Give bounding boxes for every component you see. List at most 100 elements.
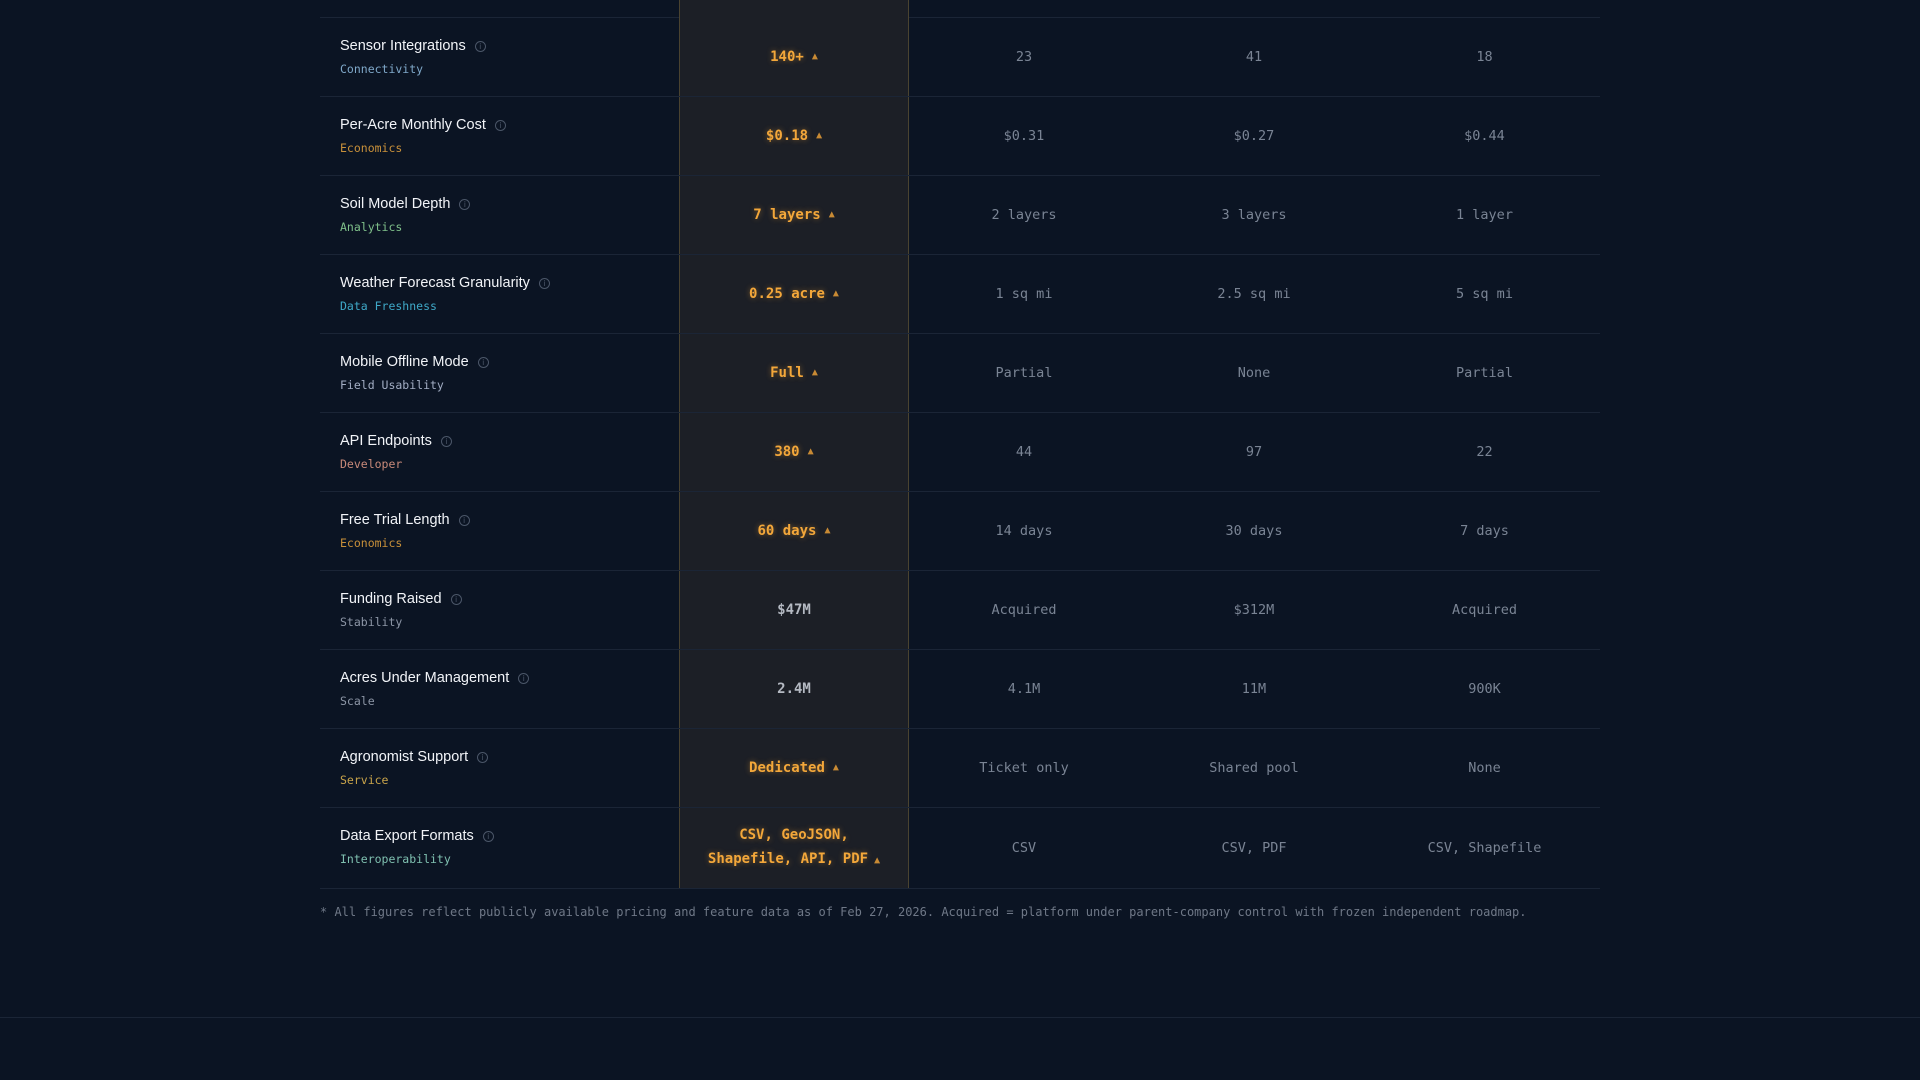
info-icon[interactable]: i xyxy=(482,830,494,842)
feature-cell: Data Export Formats i Interoperability xyxy=(320,808,679,888)
category-tag: Economics xyxy=(340,536,403,550)
competitor-2-value: 2.5 sq mi xyxy=(1217,286,1291,302)
competitor-2-value: 11M xyxy=(1241,681,1267,697)
category-tag: Interoperability xyxy=(340,852,451,866)
feature-name: Mobile Offline Mode xyxy=(340,354,469,370)
info-icon[interactable]: i xyxy=(458,514,470,526)
competitor-3-value: 22 xyxy=(1476,444,1493,460)
competitor-1-value: $0.31 xyxy=(1003,128,1045,144)
feature-cell: Per-Acre Monthly Cost i Economics xyxy=(320,97,679,175)
feature-name: Per-Acre Monthly Cost xyxy=(340,117,486,133)
competitor-2-value: 30 days xyxy=(1225,523,1283,539)
highlight-value: $47M xyxy=(777,602,811,618)
competitor-3-value: 18 xyxy=(1476,49,1493,65)
feature-line: Funding Raised i xyxy=(340,589,679,609)
advantage-up-icon: ▲ xyxy=(874,855,881,866)
feature-name: Soil Model Depth xyxy=(340,196,451,212)
highlight-value-cell: Full ▲ xyxy=(679,334,909,412)
table-body: Sensor Integrations i Connectivity 140+ ▲ 23 4… xyxy=(320,18,1600,889)
category-tag: Service xyxy=(340,773,389,787)
feature-cell: Funding Raised i Stability xyxy=(320,571,679,649)
advantage-up-icon: ▲ xyxy=(807,446,814,457)
competitor-1-value: Partial xyxy=(995,365,1053,381)
info-icon[interactable]: i xyxy=(538,277,550,289)
highlight-value: 7 layers xyxy=(753,207,821,223)
comparison-table: Sensor Integrations i Connectivity 140+ ▲ 23 4… xyxy=(320,0,1600,919)
table-row: Mobile Offline Mode i Field Usability Full ▲… xyxy=(320,334,1600,413)
highlight-value: CSV, GeoJSON, Shapefile, API, PDF xyxy=(707,827,869,867)
info-icon[interactable]: i xyxy=(440,435,452,447)
feature-name: API Endpoints xyxy=(340,433,432,449)
table-row: Soil Model Depth i Analytics 7 layers ▲ 2 lay… xyxy=(320,176,1600,255)
advantage-up-icon: ▲ xyxy=(832,762,839,773)
feature-name: Funding Raised xyxy=(340,591,442,607)
category-tag: Economics xyxy=(340,141,403,155)
advantage-up-icon: ▲ xyxy=(816,130,823,141)
competitor-1-value: 2 layers xyxy=(991,207,1057,223)
feature-line: API Endpoints i xyxy=(340,431,679,451)
category-tag: Connectivity xyxy=(340,62,424,76)
competitor-3-value: Partial xyxy=(1456,365,1513,381)
highlight-value-cell: $47M xyxy=(679,571,909,649)
highlight-value: 2.4M xyxy=(777,681,811,697)
feature-cell: Acres Under Management i Scale xyxy=(320,650,679,728)
table-row: Data Export Formats i Interoperability CSV,… xyxy=(320,808,1600,889)
competitor-2-value: Shared pool xyxy=(1209,760,1299,776)
highlight-value-cell: CSV, GeoJSON, Shapefile, API, PDF ▲ xyxy=(679,808,909,888)
competitor-3-value: None xyxy=(1468,760,1501,776)
info-icon[interactable]: i xyxy=(518,672,530,684)
category-tag: Field Usability xyxy=(340,378,444,392)
highlight-value: 380 xyxy=(774,444,800,460)
info-icon[interactable]: i xyxy=(459,198,471,210)
category-tag: Data Freshness xyxy=(340,299,437,313)
highlight-value: 140+ xyxy=(770,49,804,65)
feature-name: Acres Under Management xyxy=(340,670,510,686)
competitor-2-value: $312M xyxy=(1233,602,1275,618)
competitor-1-value: 4.1M xyxy=(1007,681,1041,697)
feature-line: Data Export Formats i xyxy=(340,826,679,846)
table-row: Agronomist Support i Service Dedicated ▲ Tick… xyxy=(320,729,1600,808)
advantage-up-icon: ▲ xyxy=(811,51,818,62)
feature-cell: Agronomist Support i Service xyxy=(320,729,679,807)
category-tag: Stability xyxy=(340,615,403,629)
competitor-2-value: 97 xyxy=(1245,444,1263,460)
advantage-up-icon: ▲ xyxy=(824,525,831,536)
highlight-value-cell: 2.4M xyxy=(679,650,909,728)
competitor-1-value: 14 days xyxy=(995,523,1053,539)
feature-name: Agronomist Support xyxy=(340,749,469,765)
highlight-value-cell: 140+ ▲ xyxy=(679,18,909,96)
info-icon[interactable]: i xyxy=(494,119,506,131)
info-icon[interactable]: i xyxy=(474,40,486,52)
feature-cell: Sensor Integrations i Connectivity xyxy=(320,18,679,96)
table-row: Acres Under Management i Scale 2.4M 4.1M 11M 9… xyxy=(320,650,1600,729)
table-row: Funding Raised i Stability $47M Acquired $312… xyxy=(320,571,1600,650)
highlight-value: Full xyxy=(770,365,804,381)
category-tag: Developer xyxy=(340,457,403,471)
competitor-3-value: CSV, Shapefile xyxy=(1427,840,1542,856)
table-row: Free Trial Length i Economics 60 days ▲ 14 da… xyxy=(320,492,1600,571)
competitor-1-value: 23 xyxy=(1015,49,1033,65)
table-row: Weather Forecast Granularity i Data Freshn… xyxy=(320,255,1600,334)
table-row: Sensor Integrations i Connectivity 140+ ▲ 23 4… xyxy=(320,18,1600,97)
info-icon[interactable]: i xyxy=(477,356,489,368)
feature-cell: API Endpoints i Developer xyxy=(320,413,679,491)
feature-cell: Weather Forecast Granularity i Data Freshn… xyxy=(320,255,679,333)
feature-name: Data Export Formats xyxy=(340,828,474,844)
advantage-up-icon: ▲ xyxy=(811,367,818,378)
advantage-up-icon: ▲ xyxy=(832,288,839,299)
feature-name: Weather Forecast Granularity xyxy=(340,275,530,291)
feature-line: Per-Acre Monthly Cost i xyxy=(340,115,679,135)
competitor-3-value: $0.44 xyxy=(1464,128,1505,144)
feature-line: Agronomist Support i xyxy=(340,747,679,767)
category-tag: Analytics xyxy=(340,220,403,234)
competitor-2-value: 3 layers xyxy=(1221,207,1287,223)
info-icon[interactable]: i xyxy=(477,751,489,763)
highlight-value-cell: 380 ▲ xyxy=(679,413,909,491)
highlight-value-cell: 7 layers ▲ xyxy=(679,176,909,254)
feature-cell: Mobile Offline Mode i Field Usability xyxy=(320,334,679,412)
competitor-2-value: None xyxy=(1237,365,1271,381)
highlight-column-top xyxy=(679,0,909,18)
info-icon[interactable]: i xyxy=(450,593,462,605)
feature-cell: Free Trial Length i Economics xyxy=(320,492,679,570)
feature-name: Sensor Integrations xyxy=(340,38,466,54)
